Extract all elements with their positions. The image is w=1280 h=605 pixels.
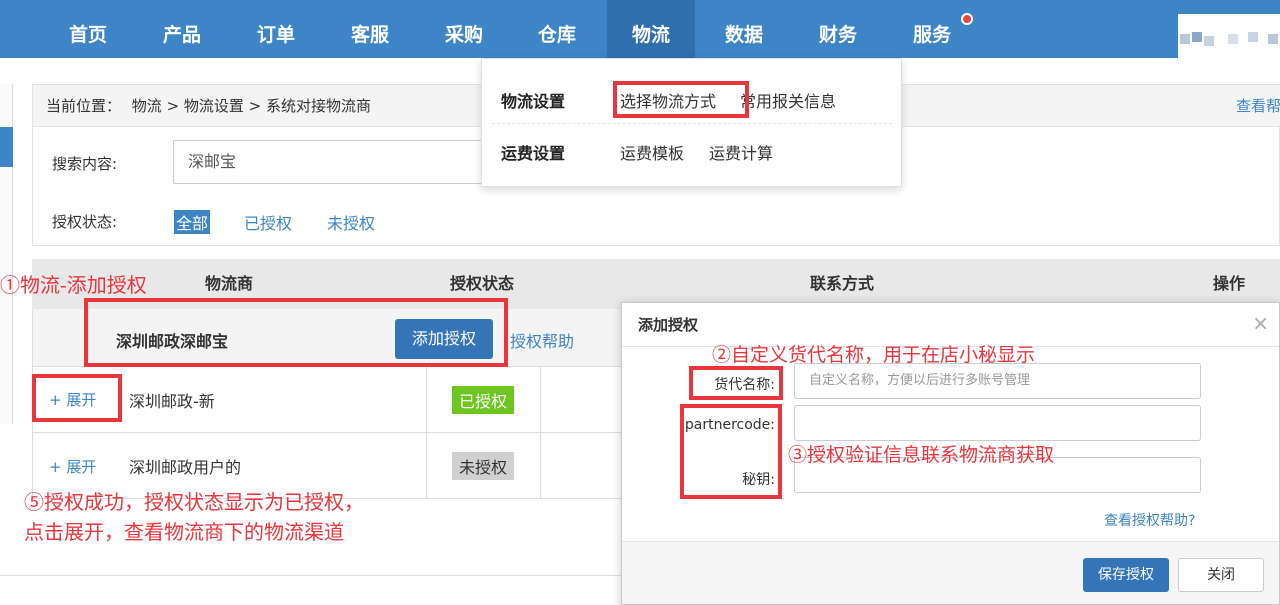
- menu-customs-info[interactable]: 常用报关信息: [740, 88, 836, 112]
- annotation-step-5-line2: 点击展开，查看物流商下的物流渠道: [24, 520, 344, 544]
- dropdown-divider: [492, 123, 892, 124]
- left-sidebar: [0, 84, 13, 424]
- add-authorization-button[interactable]: 添加授权: [395, 319, 493, 359]
- help-link[interactable]: 查看帮: [1236, 85, 1280, 127]
- auth-status-label: 授权状态:: [52, 213, 118, 231]
- annotation-step-3: ③授权验证信息联系物流商获取: [788, 444, 1055, 466]
- col-auth-status: 授权状态: [450, 274, 515, 293]
- avatar-pixel: [1180, 34, 1190, 44]
- nav-purchase[interactable]: 采购: [428, 0, 500, 58]
- annotation-step-2: ②自定义货代名称，用于在店小秘显示: [712, 344, 1036, 366]
- nav-orders[interactable]: 订单: [240, 0, 312, 58]
- dialog-footer: 保存授权 关闭: [622, 541, 1279, 604]
- annotation-step-1: ①物流-添加授权: [0, 273, 147, 297]
- carrier-group-name: 深圳邮政深邮宝: [116, 332, 229, 351]
- sidebar-selected-item[interactable]: [0, 127, 13, 167]
- menu-freight-calc[interactable]: 运费计算: [709, 140, 773, 164]
- close-icon[interactable]: ×: [1252, 303, 1269, 343]
- logistics-dropdown: 物流设置 选择物流方式 常用报关信息 运费设置 运费模板 运费计算: [481, 58, 902, 187]
- column-divider: [540, 433, 541, 499]
- forwarder-name-input[interactable]: 自定义名称，方便以后进行多账号管理: [794, 363, 1201, 399]
- carrier-name: 深圳邮政用户的: [129, 458, 242, 477]
- carrier-name: 深圳邮政-新: [129, 392, 215, 411]
- close-button[interactable]: 关闭: [1178, 558, 1264, 592]
- user-avatar-area[interactable]: [1178, 14, 1280, 58]
- expand-button[interactable]: + 展开: [49, 456, 96, 477]
- nav-warehouse[interactable]: 仓库: [521, 0, 593, 58]
- filter-unauthorized[interactable]: 未授权: [327, 210, 375, 234]
- avatar-pixel: [1248, 32, 1258, 42]
- search-input[interactable]: 深邮宝: [173, 140, 513, 184]
- nav-services[interactable]: 服务: [896, 0, 968, 58]
- dropdown-group-logistics-settings: 物流设置: [501, 92, 566, 111]
- table-group-row: 深圳邮政深邮宝 添加授权 授权帮助: [32, 309, 622, 367]
- menu-freight-template[interactable]: 运费模板: [620, 140, 684, 164]
- forwarder-name-label: 货代名称:: [714, 377, 775, 393]
- expand-button[interactable]: + 展开: [49, 389, 96, 410]
- partnercode-input[interactable]: [794, 405, 1201, 441]
- dropdown-group-freight-settings: 运费设置: [501, 144, 566, 163]
- status-badge: 未授权: [452, 452, 515, 480]
- secret-key-label: 秘钥:: [742, 472, 775, 488]
- avatar-pixel: [1192, 32, 1202, 42]
- table-row: + 展开 深圳邮政-新 已授权: [32, 367, 622, 433]
- nav-home[interactable]: 首页: [52, 0, 124, 58]
- breadcrumb-label: 当前位置：: [46, 97, 122, 115]
- save-authorization-button[interactable]: 保存授权: [1083, 558, 1169, 592]
- filter-authorized[interactable]: 已授权: [244, 210, 292, 234]
- status-badge: 已授权: [452, 386, 515, 414]
- column-divider: [426, 367, 427, 433]
- avatar-pixel: [1228, 34, 1238, 44]
- filter-all[interactable]: 全部: [174, 210, 211, 234]
- notification-dot: [961, 13, 973, 25]
- column-divider: [540, 367, 541, 433]
- nav-customer-service[interactable]: 客服: [334, 0, 406, 58]
- breadcrumb-path: 物流 > 物流设置 > 系统对接物流商: [131, 97, 372, 115]
- column-divider: [426, 433, 427, 499]
- partnercode-label: partnercode:: [684, 417, 775, 433]
- nav-products[interactable]: 产品: [146, 0, 218, 58]
- nav-finance[interactable]: 财务: [802, 0, 874, 58]
- nav-data[interactable]: 数据: [708, 0, 780, 58]
- avatar-pixel: [1268, 34, 1278, 44]
- avatar-pixel: [1204, 36, 1214, 46]
- auth-help-link[interactable]: 授权帮助: [510, 328, 574, 352]
- annotation-step-5-line1: ⑤授权成功，授权状态显示为已授权，: [24, 490, 364, 514]
- col-carrier: 物流商: [205, 274, 254, 293]
- nav-logistics[interactable]: 物流: [607, 0, 695, 58]
- content-bottom-divider: [0, 575, 622, 576]
- menu-select-shipping-method[interactable]: 选择物流方式: [620, 88, 716, 112]
- search-label: 搜索内容:: [52, 155, 118, 173]
- top-nav: 首页 产品 订单 客服 采购 仓库 物流 数据 财务 服务: [0, 0, 1280, 58]
- auth-help-link-dialog[interactable]: 查看授权帮助?: [1104, 510, 1195, 530]
